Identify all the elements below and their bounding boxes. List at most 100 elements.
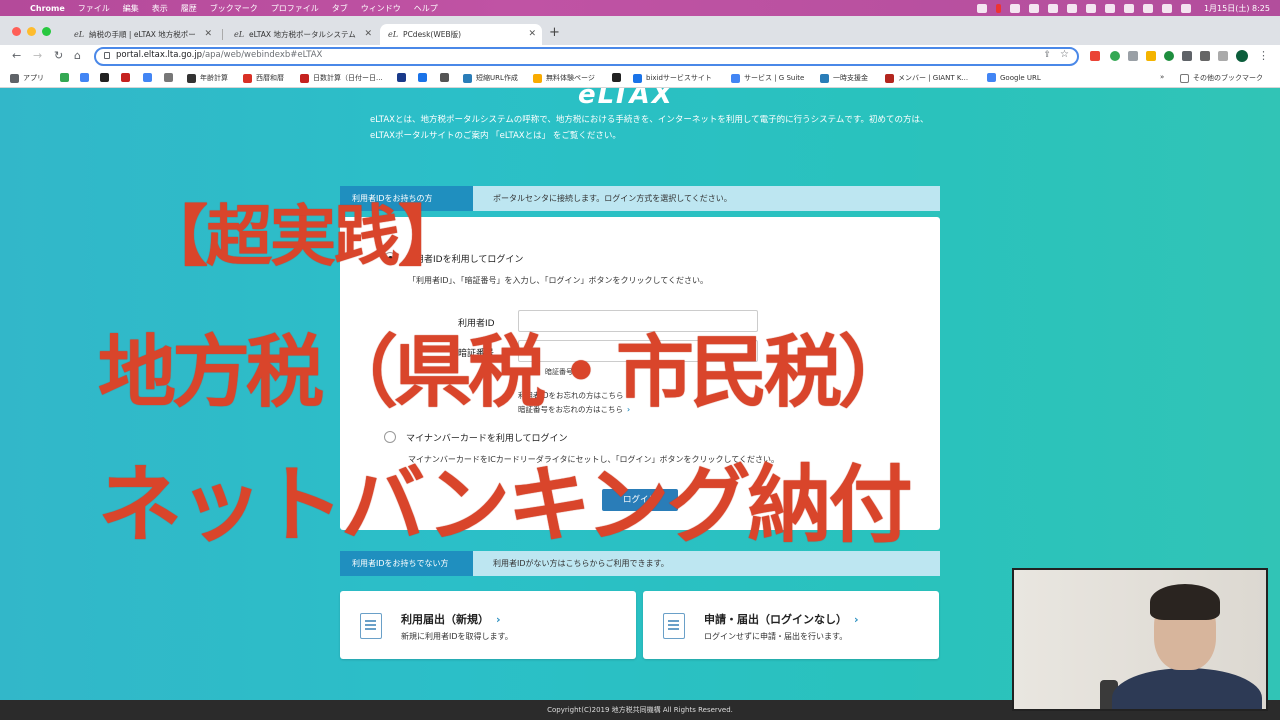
menu-window[interactable]: ウィンドウ: [361, 3, 401, 14]
bookmark-favicon-icon: [243, 73, 252, 83]
tab-pcdesk[interactable]: eL PCdesk(WEB版) ✕: [380, 24, 542, 45]
kebab-menu-icon[interactable]: ⋮: [1258, 49, 1269, 62]
apps-grid-icon: [10, 73, 19, 83]
bookmark-calendar[interactable]: 西暦和暦: [243, 73, 284, 83]
spotlight-icon[interactable]: [1142, 3, 1153, 13]
zoom-window-button[interactable]: [42, 27, 51, 36]
bookmark-apps[interactable]: アプリ: [10, 73, 44, 83]
menu-profile[interactable]: プロファイル: [271, 3, 319, 14]
menu-history[interactable]: 履歴: [181, 3, 197, 14]
wifi-icon[interactable]: [1123, 3, 1134, 13]
close-tab-icon[interactable]: ✕: [204, 29, 212, 39]
bookmark-age-calc[interactable]: 年齢計算: [187, 73, 228, 83]
bookmark-giant[interactable]: メンバー | GIANT K...: [885, 73, 968, 83]
bookmark-icon-only[interactable]: [60, 73, 69, 82]
intro-text: eLTAXとは、地方税ポータルシステムの呼称で、地方税における手続きを、インター…: [370, 115, 929, 141]
status-icon[interactable]: [1047, 3, 1058, 13]
tab-eltax-portal[interactable]: eL eLTAX 地方税ポータルシステム ✕: [226, 24, 378, 45]
home-icon[interactable]: ⌂: [74, 49, 81, 62]
bookmark-icon-only[interactable]: [397, 73, 406, 82]
profile-avatar[interactable]: [1236, 50, 1248, 62]
extension-icon[interactable]: [1164, 51, 1174, 61]
siri-icon[interactable]: [1180, 3, 1191, 13]
bookmark-favicon-icon: [533, 73, 542, 83]
volume-icon[interactable]: [1085, 3, 1096, 13]
overlay-title-line1: 【超実践】: [142, 198, 464, 275]
bookmark-icon-only[interactable]: [164, 73, 173, 82]
bookmark-gsuite[interactable]: サービス | G Suite: [731, 73, 804, 83]
bookmark-favicon-icon: [121, 73, 130, 82]
address-bar[interactable]: portal.eltax.lta.go.jp/apa/web/webindexb…: [94, 47, 1079, 66]
bookmark-star-icon[interactable]: ☆: [1060, 49, 1069, 60]
bookmark-favicon-icon: [60, 73, 69, 82]
bookmark-day-calc[interactable]: 日数計算（日付ー日...: [300, 73, 383, 83]
menu-help[interactable]: ヘルプ: [414, 3, 438, 14]
bookmark-short-url[interactable]: 短縮URL作成: [463, 73, 518, 83]
extension-icon[interactable]: [1146, 51, 1156, 61]
other-bookmarks[interactable]: その他のブックマーク: [1180, 73, 1263, 83]
status-icon[interactable]: [976, 3, 987, 13]
extension-icon[interactable]: [1128, 51, 1138, 61]
lock-icon[interactable]: [104, 52, 110, 59]
bookmark-subsidy[interactable]: 一時支援金: [820, 73, 868, 83]
card-title: 利用届出（新規） ›: [401, 613, 501, 626]
menu-file[interactable]: ファイル: [78, 3, 110, 14]
reload-icon[interactable]: ↻: [54, 49, 63, 62]
record-icon[interactable]: [995, 3, 1001, 13]
card-application-no-login[interactable]: 申請・届出（ログインなし） › ログインせずに申請・届出を行います。: [643, 591, 939, 659]
extension-icon[interactable]: [1182, 51, 1192, 61]
card-new-registration[interactable]: 利用届出（新規） › 新規に利用者IDを取得します。: [340, 591, 636, 659]
menu-chrome[interactable]: Chrome: [30, 4, 65, 13]
bookmarks-bar: アプリ 年齢計算 西暦和暦 日数計算（日付ー日... 短縮URL作成 無料体験ペ…: [0, 68, 1280, 88]
input-source-icon[interactable]: [1066, 3, 1077, 13]
bookmark-icon-only[interactable]: [100, 73, 109, 82]
bookmark-google-url[interactable]: Google URL: [987, 73, 1041, 82]
evernote-extension-icon[interactable]: [1110, 51, 1120, 61]
tab-divider: [222, 29, 223, 40]
close-tab-icon[interactable]: ✕: [364, 29, 372, 39]
chevron-right-icon: ›: [496, 613, 501, 626]
tab-tax-procedure[interactable]: eL 納税の手順 | eLTAX 地方税ポー ✕: [66, 24, 218, 45]
bookmark-icon-only[interactable]: [418, 73, 427, 82]
document-icon: [663, 613, 685, 639]
status-icon[interactable]: [1009, 3, 1020, 13]
bookmarks-overflow[interactable]: »: [1160, 73, 1164, 81]
menubar-clock[interactable]: 1月15日(土) 8:25: [1204, 3, 1270, 14]
bookmark-icon-only[interactable]: [440, 73, 449, 82]
back-arrow-icon[interactable]: ←: [12, 49, 21, 62]
menu-edit[interactable]: 編集: [123, 3, 139, 14]
bookmark-icon-only[interactable]: [143, 73, 152, 82]
card-subtitle: ログインせずに申請・届出を行います。: [704, 632, 848, 641]
minimize-window-button[interactable]: [27, 27, 36, 36]
status-icon[interactable]: [1028, 3, 1039, 13]
puzzle-extensions-icon[interactable]: [1200, 51, 1210, 61]
browser-toolbar: ← → ↻ ⌂ portal.eltax.lta.go.jp/apa/web/w…: [0, 45, 1280, 68]
close-window-button[interactable]: [12, 27, 21, 36]
bookmark-icon-only[interactable]: [121, 73, 130, 82]
url-text[interactable]: portal.eltax.lta.go.jp/apa/web/webindexb…: [116, 50, 322, 60]
menu-view[interactable]: 表示: [152, 3, 168, 14]
tab-label: PCdesk(WEB版): [403, 30, 462, 39]
menu-tab[interactable]: タブ: [332, 3, 348, 14]
battery-icon[interactable]: [1104, 3, 1115, 13]
bookmark-icon-only[interactable]: [612, 73, 621, 82]
menu-bookmarks[interactable]: ブックマーク: [210, 3, 258, 14]
google-icon: [987, 73, 996, 82]
control-center-icon[interactable]: [1161, 3, 1172, 13]
overlay-title-line2: 地方税（県税・市民税）: [98, 328, 916, 418]
google-icon: [731, 73, 740, 83]
bookmark-bixid[interactable]: bixidサービスサイト: [633, 73, 712, 83]
amazon-icon: [100, 73, 109, 82]
overlay-title-line3: ネットバンキング納付: [98, 456, 913, 554]
window-controls: [12, 27, 51, 36]
forward-arrow-icon[interactable]: →: [33, 49, 42, 62]
close-tab-icon[interactable]: ✕: [528, 29, 536, 39]
reading-list-icon[interactable]: [1218, 51, 1228, 61]
share-icon[interactable]: ⇪: [1043, 50, 1051, 60]
tab-label: eLTAX 地方税ポータルシステム: [249, 30, 356, 39]
new-tab-icon[interactable]: +: [549, 25, 560, 40]
registration-form-icon: [360, 613, 382, 639]
bookmark-free-trial[interactable]: 無料体験ページ: [533, 73, 595, 83]
gmail-extension-icon[interactable]: [1090, 51, 1100, 61]
bookmark-icon-only[interactable]: [80, 73, 89, 82]
